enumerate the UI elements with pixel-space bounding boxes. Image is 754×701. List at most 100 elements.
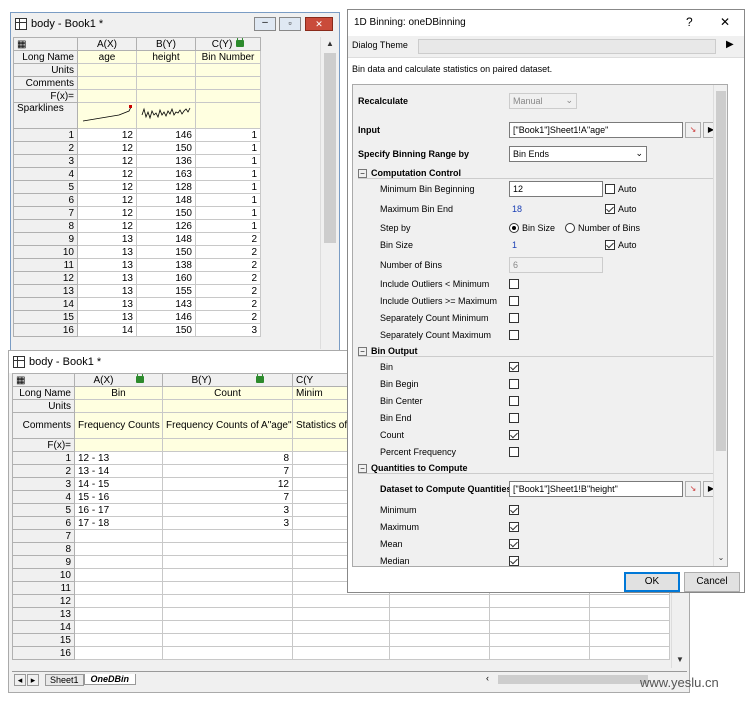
cell-count[interactable]: 3 — [162, 516, 293, 530]
cell-height[interactable]: 146 — [136, 128, 196, 142]
cell-age[interactable]: 14 — [77, 323, 137, 337]
restore-button[interactable]: ▫ — [279, 17, 301, 31]
units-cell[interactable] — [136, 63, 196, 77]
dialog-titlebar[interactable]: 1D Binning: oneDBinning ? ✕ — [348, 10, 744, 34]
row-header[interactable]: 7 — [13, 206, 78, 220]
help-button[interactable]: ? — [686, 15, 693, 29]
cell-age[interactable]: 13 — [77, 271, 137, 285]
comments-cell[interactable] — [136, 76, 196, 90]
cell-bin-number[interactable]: 2 — [195, 284, 261, 298]
cell-height[interactable]: 148 — [136, 232, 196, 246]
cell-count[interactable]: 12 — [162, 477, 293, 491]
units-cell[interactable] — [162, 399, 293, 413]
cell-count[interactable] — [162, 646, 293, 660]
tab-nav-right-icon[interactable]: ▸ — [27, 673, 39, 686]
dialog-close-button[interactable]: ✕ — [720, 15, 730, 29]
empty-cell[interactable] — [389, 620, 490, 634]
cell-count[interactable] — [162, 542, 293, 556]
min-bin-auto[interactable]: Auto — [605, 182, 637, 196]
row-header[interactable]: 14 — [13, 297, 78, 311]
cell-bin[interactable] — [74, 620, 163, 634]
cell-bin[interactable]: 16 - 17 — [74, 503, 163, 517]
row-header[interactable]: 9 — [13, 232, 78, 246]
max-bin-auto[interactable]: Auto — [605, 202, 637, 216]
out-pct-checkbox[interactable] — [509, 447, 519, 457]
cell-bin-number[interactable]: 1 — [195, 219, 261, 233]
long-name-cell[interactable]: Bin — [74, 386, 163, 400]
q-min-checkbox[interactable] — [509, 505, 519, 515]
row-header[interactable]: 16 — [13, 323, 78, 337]
cell-count[interactable] — [162, 555, 293, 569]
min-bin-field[interactable]: 12 — [509, 181, 603, 197]
row-header[interactable]: 7 — [12, 529, 75, 543]
units-cell[interactable] — [74, 399, 163, 413]
dialog-theme-arrow-icon[interactable]: ▶ — [726, 39, 734, 50]
out-bin-checkbox[interactable] — [509, 362, 519, 372]
empty-cell[interactable] — [389, 646, 490, 660]
cell-bin-number[interactable]: 2 — [195, 310, 261, 324]
row-header[interactable]: 5 — [12, 503, 75, 517]
cell-height[interactable]: 128 — [136, 180, 196, 194]
out-begin-checkbox[interactable] — [509, 379, 519, 389]
long-name-cell[interactable]: Bin Number — [195, 50, 261, 64]
cell-bin[interactable] — [74, 633, 163, 647]
cell-height[interactable]: 138 — [136, 258, 196, 272]
row-header[interactable]: 6 — [13, 193, 78, 207]
row-header[interactable]: 4 — [12, 490, 75, 504]
cell-age[interactable]: 12 — [77, 128, 137, 142]
sparkline-bin[interactable] — [195, 102, 261, 129]
long-name-cell[interactable]: height — [136, 50, 196, 64]
cell-bin-number[interactable]: 1 — [195, 141, 261, 155]
tab-nav-left-icon[interactable]: ◂ — [14, 673, 26, 686]
row-header[interactable]: 16 — [12, 646, 75, 660]
step-bin-size-option[interactable]: Bin Size — [509, 221, 555, 235]
computation-control-section[interactable]: − Computation Control — [358, 168, 723, 179]
fx-cell[interactable] — [74, 438, 163, 452]
cell-age[interactable]: 12 — [77, 154, 137, 168]
select-range-icon[interactable]: ↘ — [685, 122, 701, 138]
cell-count[interactable] — [162, 620, 293, 634]
cancel-button[interactable]: Cancel — [684, 572, 740, 592]
col-header-b[interactable]: B(Y) — [136, 37, 196, 51]
horizontal-scroll-thumb[interactable] — [498, 675, 648, 684]
cell-age[interactable]: 13 — [77, 297, 137, 311]
cell-bin[interactable] — [74, 529, 163, 543]
scroll-thumb[interactable] — [716, 91, 726, 451]
units-cell[interactable] — [195, 63, 261, 77]
cell-age[interactable]: 12 — [77, 219, 137, 233]
scroll-down-icon[interactable]: ⌄ — [714, 551, 727, 565]
cell-count[interactable] — [162, 581, 293, 595]
fx-cell[interactable] — [136, 89, 196, 103]
empty-cell[interactable] — [389, 633, 490, 647]
cell-bin[interactable]: 14 - 15 — [74, 477, 163, 491]
max-auto-checkbox[interactable] — [605, 204, 615, 214]
empty-cell[interactable] — [489, 620, 590, 634]
cell-bin-number[interactable]: 1 — [195, 206, 261, 220]
cell-bin[interactable]: 12 - 13 — [74, 451, 163, 465]
binning-range-select[interactable]: Bin Ends ⌄ — [509, 146, 647, 162]
cell-age[interactable]: 13 — [77, 245, 137, 259]
cell-count[interactable]: 8 — [162, 451, 293, 465]
ok-button[interactable]: OK — [624, 572, 680, 592]
book1-vertical-scrollbar[interactable]: ▲ — [320, 37, 338, 349]
cell-bin-number[interactable]: 1 — [195, 154, 261, 168]
cell-height[interactable]: 150 — [136, 323, 196, 337]
row-header[interactable]: 3 — [13, 154, 78, 168]
comments-cell[interactable] — [195, 76, 261, 90]
empty-cell[interactable] — [292, 607, 390, 621]
empty-cell[interactable] — [489, 594, 590, 608]
units-cell[interactable] — [77, 63, 137, 77]
cell-count[interactable]: 7 — [162, 490, 293, 504]
row-header[interactable]: 9 — [12, 555, 75, 569]
cell-height[interactable]: 150 — [136, 141, 196, 155]
cell-bin[interactable] — [74, 542, 163, 556]
book1-titlebar[interactable]: body - Book1 * ‒ ▫ ✕ — [11, 13, 339, 35]
cell-bin-number[interactable]: 1 — [195, 167, 261, 181]
empty-cell[interactable] — [489, 607, 590, 621]
row-header[interactable]: 14 — [12, 620, 75, 634]
comments-cell[interactable]: Frequency Counts — [74, 412, 163, 439]
cell-height[interactable]: 146 — [136, 310, 196, 324]
dialog-theme-field[interactable] — [418, 39, 716, 54]
cell-bin-number[interactable]: 2 — [195, 245, 261, 259]
cell-height[interactable]: 126 — [136, 219, 196, 233]
